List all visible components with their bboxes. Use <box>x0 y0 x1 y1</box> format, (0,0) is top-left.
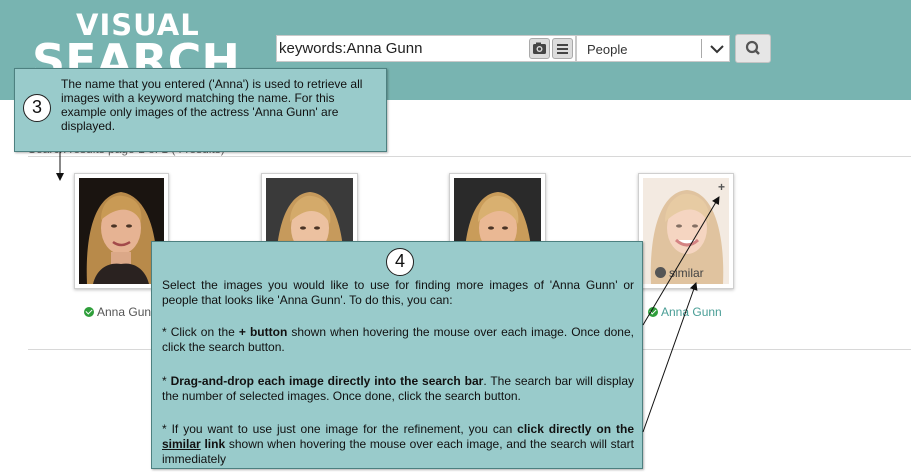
annotation-arrows <box>56 152 720 433</box>
callout-4-arrow-plus <box>642 196 720 326</box>
callout-4-arrow-similar <box>642 282 698 433</box>
